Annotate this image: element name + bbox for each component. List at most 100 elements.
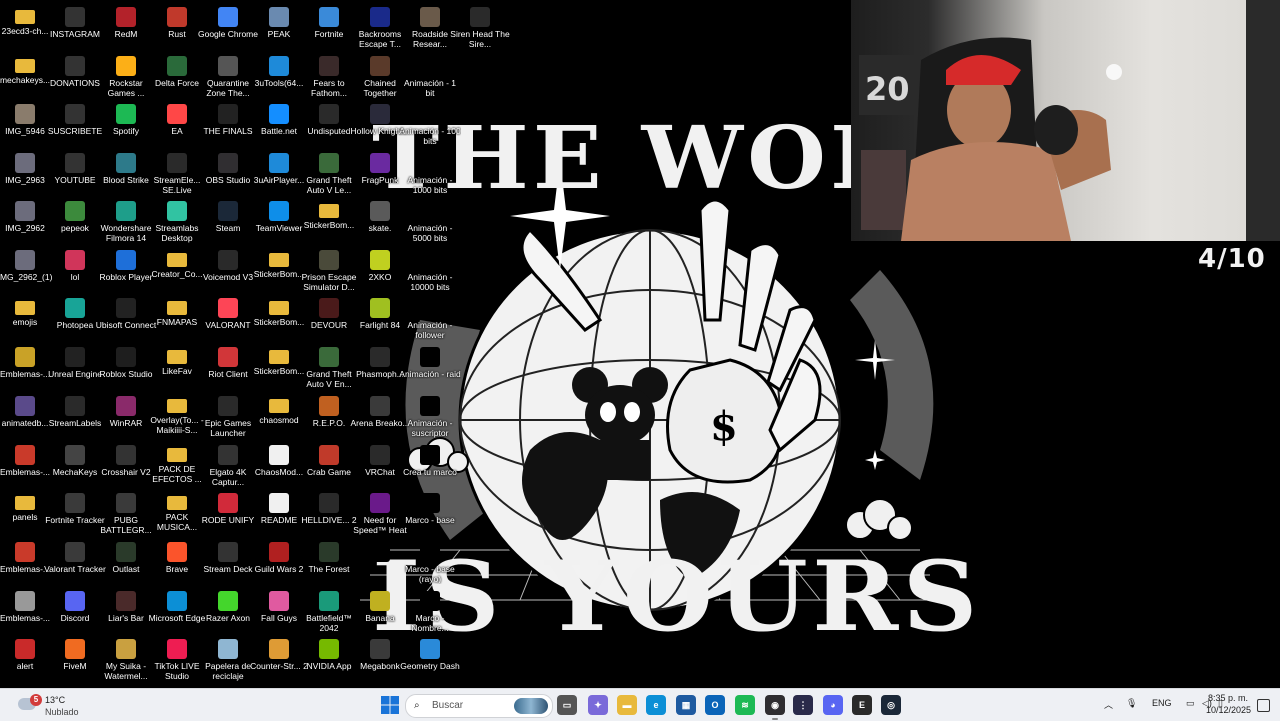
desktop-icon[interactable]: Voicemod V3: [203, 246, 253, 282]
desktop-icon[interactable]: Crab Game: [304, 441, 354, 477]
desktop-icon[interactable]: Banana: [355, 587, 405, 623]
desktop-icon[interactable]: alert: [0, 635, 50, 671]
desktop-icon[interactable]: Animación - 10000 bits: [405, 246, 455, 292]
desktop-icon[interactable]: lol: [50, 246, 100, 282]
desktop-icon[interactable]: Phasmoph...: [355, 343, 405, 379]
desktop-icon[interactable]: Animación - suscriptor: [405, 392, 455, 438]
desktop-icon[interactable]: Battlefield™ 2042: [304, 587, 354, 633]
taskbar-app-discord[interactable]: ◕: [823, 695, 843, 715]
taskbar-app-app-dots[interactable]: ⋮: [793, 695, 813, 715]
desktop-icon[interactable]: Creator_Co...: [151, 246, 203, 279]
desktop-icon[interactable]: PEAK: [254, 3, 304, 39]
desktop-icon[interactable]: Arena Breako...: [350, 392, 410, 428]
network-icon[interactable]: ▭: [1186, 698, 1195, 709]
desktop-icon[interactable]: Roadside Resear...: [405, 3, 455, 49]
desktop-icon[interactable]: THE FINALS: [203, 100, 253, 136]
desktop-icon[interactable]: Marco - Nombre...: [405, 587, 455, 633]
weather-widget[interactable]: 5 13°C Nublado: [12, 693, 92, 717]
desktop-icon[interactable]: Outlast: [101, 538, 151, 574]
desktop-icon[interactable]: PACK DE EFECTOS ...: [152, 441, 202, 484]
desktop-icon[interactable]: Fortnite: [304, 3, 354, 39]
desktop-icon[interactable]: Fears to Fathom...: [304, 52, 354, 98]
clock-time[interactable]: 8:35 p. m.: [1208, 693, 1248, 703]
desktop-icon[interactable]: DEVOUR: [304, 294, 354, 330]
desktop-icon[interactable]: Crea tu marco: [403, 441, 457, 477]
taskbar-app-store[interactable]: ▦: [676, 695, 696, 715]
desktop-icon[interactable]: Stream Deck: [203, 538, 253, 574]
desktop-icon[interactable]: Farlight 84: [355, 294, 405, 330]
chevron-up-icon[interactable]: ︿: [1104, 698, 1113, 711]
taskbar-app-task-view[interactable]: ▭: [557, 695, 577, 715]
desktop-icon[interactable]: Steam: [203, 197, 253, 233]
desktop-icon[interactable]: Counter-Str... 2: [250, 635, 308, 671]
desktop-icon[interactable]: Rust: [152, 3, 202, 39]
desktop-icon[interactable]: SUSCRIBETE: [48, 100, 102, 136]
desktop-icon[interactable]: RODE UNIFY: [202, 489, 254, 525]
taskbar-app-steam[interactable]: ◎: [881, 695, 901, 715]
desktop-icon[interactable]: Streamlabs Desktop: [152, 197, 202, 243]
desktop-icon[interactable]: Prison Escape Simulator D...: [302, 246, 356, 292]
language-indicator[interactable]: ENG: [1152, 698, 1172, 708]
desktop-icon[interactable]: 23ecd3-ch...: [0, 3, 50, 36]
desktop-icon[interactable]: Emblemas-...: [0, 343, 50, 379]
desktop-icon[interactable]: IMG_2963: [0, 149, 50, 185]
desktop-icon[interactable]: Battle.net: [254, 100, 304, 136]
desktop-icon[interactable]: Blood Strike: [101, 149, 151, 185]
desktop-icon[interactable]: Hollow Knight...: [350, 100, 410, 136]
desktop-icon[interactable]: Spotify: [101, 100, 151, 136]
desktop-icon[interactable]: MechaKeys: [50, 441, 100, 477]
desktop-icon[interactable]: Backrooms Escape T...: [355, 3, 405, 49]
desktop-icon[interactable]: Geometry Dash: [400, 635, 460, 671]
desktop-icon[interactable]: Rockstar Games ...: [101, 52, 151, 98]
desktop-icon[interactable]: Papelera de reciclaje: [203, 635, 253, 681]
desktop-icon[interactable]: Delta Force: [152, 52, 202, 88]
desktop-icon[interactable]: Quarantine Zone The...: [203, 52, 253, 98]
desktop-icon[interactable]: Valorant Tracker: [44, 538, 106, 574]
desktop-icon[interactable]: IMG_5946: [0, 100, 50, 136]
desktop-icon[interactable]: Unreal Engine: [48, 343, 102, 379]
desktop-icon[interactable]: StreamEle... SE.Live: [152, 149, 202, 195]
taskbar-search[interactable]: ⌕ Buscar: [405, 694, 553, 718]
desktop-icon[interactable]: INSTAGRAM: [50, 3, 100, 39]
desktop-icon[interactable]: FNMAPAS: [152, 294, 202, 327]
desktop-icon[interactable]: Fall Guys: [254, 587, 304, 623]
desktop-icon[interactable]: Grand Theft Auto V Le...: [304, 149, 354, 195]
desktop-icon[interactable]: mechakeys...: [0, 52, 50, 85]
desktop-icon[interactable]: Grand Theft Auto V En...: [304, 343, 354, 389]
taskbar-app-obs[interactable]: ◉: [765, 695, 785, 720]
desktop-icon[interactable]: Animación - 1 bit: [404, 52, 456, 98]
desktop-icon[interactable]: [355, 538, 405, 564]
desktop-icon[interactable]: Overlay(To... - Maikiiii-S...: [150, 392, 204, 435]
desktop-icon[interactable]: chaosmod: [254, 392, 304, 425]
desktop-icon[interactable]: Riot Client: [203, 343, 253, 379]
desktop-icon[interactable]: ChaosMod...: [254, 441, 304, 477]
desktop-icon[interactable]: Guild Wars 2: [254, 538, 304, 574]
desktop-icon[interactable]: DONATIONS: [50, 52, 100, 88]
desktop-icon[interactable]: PUBG BATTLEGR...: [100, 489, 152, 535]
desktop-icon[interactable]: StickerBom...: [254, 343, 304, 376]
desktop-icon[interactable]: Undisputed: [304, 100, 354, 136]
taskbar-app-outlook[interactable]: O: [705, 695, 725, 715]
desktop-icon[interactable]: README: [254, 489, 304, 525]
desktop-icon[interactable]: Marco - base: [405, 489, 455, 525]
desktop-icon[interactable]: Animación - 5000 bits: [405, 197, 455, 243]
taskbar-app-edge[interactable]: e: [646, 695, 666, 715]
desktop-icon[interactable]: EA: [152, 100, 202, 136]
desktop-icon[interactable]: NVIDIA App: [304, 635, 354, 671]
desktop-icon[interactable]: The Forest: [304, 538, 354, 574]
desktop-icon[interactable]: Siren Head The Sire...: [450, 3, 510, 49]
desktop-icon[interactable]: Emblemas-...: [0, 441, 50, 477]
desktop-icon[interactable]: animatedb...: [0, 392, 50, 428]
desktop-icon[interactable]: Razer Axon: [203, 587, 253, 623]
desktop-icon[interactable]: Wondershare Filmora 14: [101, 197, 151, 243]
desktop-icon[interactable]: R.E.P.O.: [304, 392, 354, 428]
desktop-icon[interactable]: skate.: [355, 197, 405, 233]
desktop-icon[interactable]: panels: [0, 489, 50, 522]
desktop-icon[interactable]: Epic Games Launcher: [203, 392, 253, 438]
desktop-icon[interactable]: Roblox Studio: [100, 343, 152, 379]
desktop-icon[interactable]: TikTok LIVE Studio: [152, 635, 202, 681]
desktop-icon[interactable]: HELLDIVE... 2: [301, 489, 357, 525]
desktop-icon[interactable]: Photopea: [50, 294, 100, 330]
clock-date[interactable]: 10/12/2025: [1206, 705, 1251, 715]
desktop-icon[interactable]: 3uTools(64...: [254, 52, 304, 88]
